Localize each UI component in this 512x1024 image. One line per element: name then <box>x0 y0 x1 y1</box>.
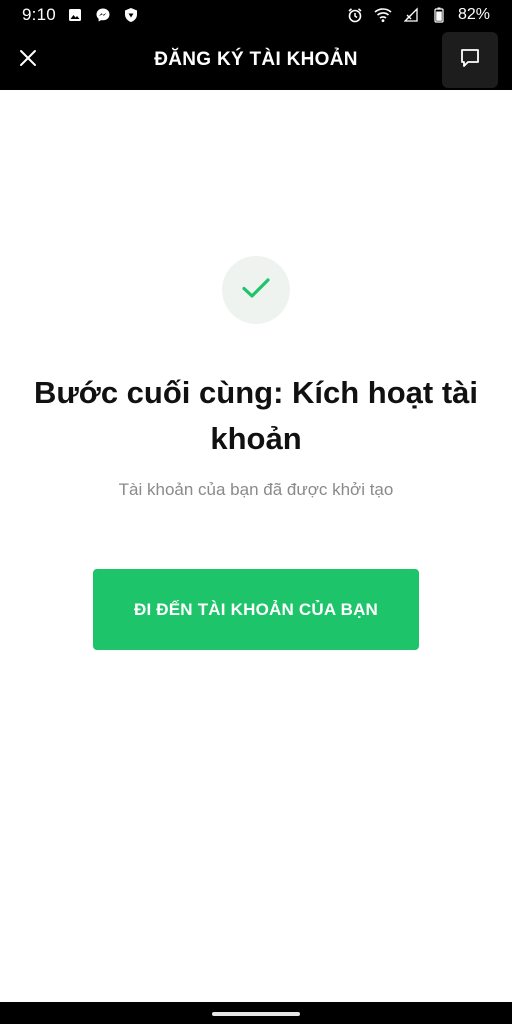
success-badge <box>222 256 290 324</box>
chat-button[interactable] <box>442 32 498 88</box>
shield-icon <box>122 6 140 24</box>
screen: 9:10 82% ĐĂNG KÝ TÀI KHOẢN Bước cuối cùn… <box>0 0 512 1024</box>
alarm-icon <box>346 6 364 24</box>
status-left: 9:10 <box>22 5 140 25</box>
home-indicator[interactable] <box>212 1012 300 1016</box>
navigation-bar <box>0 1002 512 1024</box>
chat-icon <box>459 47 481 74</box>
activation-title: Bước cuối cùng: Kích hoạt tài khoản <box>33 375 479 456</box>
battery-icon <box>430 6 448 24</box>
status-bar: 9:10 82% <box>0 0 512 30</box>
battery-percent: 82% <box>457 6 490 23</box>
messenger-icon <box>94 6 112 24</box>
status-right: 82% <box>346 6 490 24</box>
go-to-account-button[interactable]: ĐI ĐẾN TÀI KHOẢN CỦA BẠN <box>93 569 419 650</box>
activation-subtitle: Tài khoản của bạn đã được khởi tạo <box>118 480 394 499</box>
page-title: ĐĂNG KÝ TÀI KHOẢN <box>154 49 358 70</box>
image-icon <box>66 6 84 24</box>
signal-icon <box>402 6 420 24</box>
wifi-icon <box>374 6 392 24</box>
status-time: 9:10 <box>22 5 56 24</box>
app-header: ĐĂNG KÝ TÀI KHOẢN <box>0 30 512 90</box>
check-icon <box>241 276 271 305</box>
